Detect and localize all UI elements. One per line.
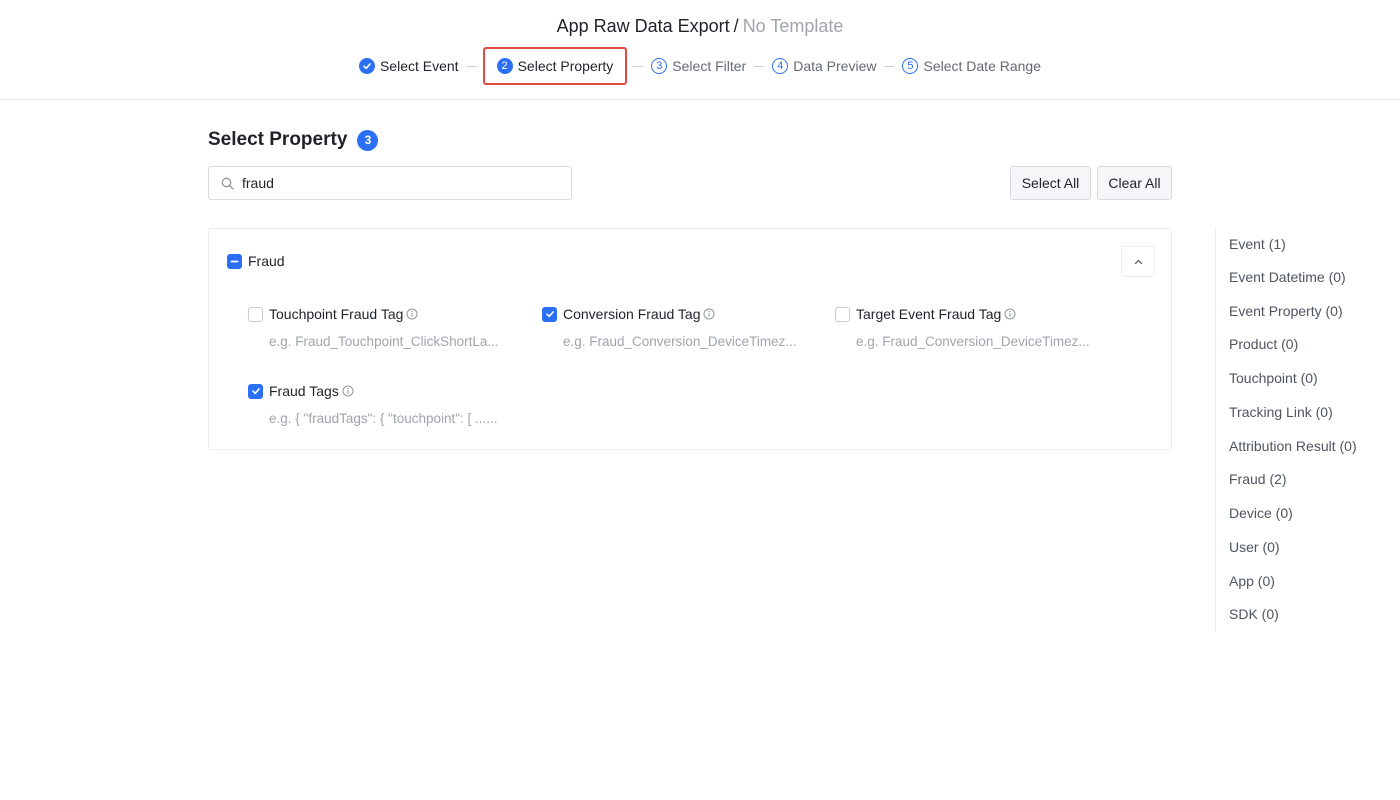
- property-touchpoint-fraud-tag: Touchpoint Fraud Tag e.g. Fraud_Touchpoi…: [248, 306, 528, 349]
- group-label: Fraud: [248, 253, 285, 269]
- category-nav: Event (1) Event Datetime (0) Event Prope…: [1215, 228, 1400, 632]
- property-checkbox-checked[interactable]: [248, 383, 263, 399]
- nav-item-fraud[interactable]: Fraud (2): [1229, 471, 1287, 487]
- property-label: Fraud Tags: [269, 383, 339, 399]
- nav-item-touchpoint[interactable]: Touchpoint (0): [1229, 370, 1318, 386]
- step-label: Data Preview: [793, 58, 877, 74]
- step-label: Select Filter: [672, 58, 747, 74]
- info-icon[interactable]: [406, 308, 418, 320]
- template-name[interactable]: No Template: [743, 16, 844, 36]
- nav-item-sdk[interactable]: SDK (0): [1229, 606, 1279, 622]
- search-box[interactable]: [208, 166, 572, 200]
- nav-item-attribution-result[interactable]: Attribution Result (0): [1229, 438, 1357, 454]
- info-icon[interactable]: [1004, 308, 1016, 320]
- property-example: e.g. { "fraudTags": { "touchpoint": [ ..…: [269, 411, 498, 426]
- step-number: 4: [772, 58, 789, 74]
- step-select-property[interactable]: 2 Select Property: [482, 47, 628, 85]
- nav-item-event[interactable]: Event (1): [1229, 236, 1286, 252]
- section-title: Select Property 3: [208, 129, 379, 151]
- step-number: 5: [902, 58, 919, 74]
- selected-count-badge: 3: [357, 129, 379, 151]
- info-icon[interactable]: [703, 308, 715, 320]
- property-group-fraud: Fraud Touchpoint Fraud Tag e.g. Fraud_To…: [208, 228, 1172, 450]
- property-example: e.g. Fraud_Touchpoint_ClickShortLa...: [269, 334, 499, 349]
- property-checkbox[interactable]: [248, 306, 263, 322]
- step-data-preview[interactable]: 4 Data Preview: [770, 48, 878, 84]
- nav-item-user[interactable]: User (0): [1229, 539, 1280, 555]
- step-select-date-range[interactable]: 5 Select Date Range: [900, 48, 1043, 84]
- step-label: Select Date Range: [923, 58, 1042, 74]
- nav-item-event-datetime[interactable]: Event Datetime (0): [1229, 269, 1346, 285]
- collapse-button[interactable]: [1121, 246, 1155, 277]
- nav-item-tracking-link[interactable]: Tracking Link (0): [1229, 404, 1333, 420]
- property-example: e.g. Fraud_Conversion_DeviceTimez...: [856, 334, 1090, 349]
- property-label: Conversion Fraud Tag: [563, 306, 701, 322]
- group-header[interactable]: Fraud: [227, 253, 285, 269]
- property-conversion-fraud-tag: Conversion Fraud Tag e.g. Fraud_Conversi…: [542, 306, 822, 349]
- select-all-button[interactable]: Select All: [1010, 166, 1091, 200]
- property-label: Target Event Fraud Tag: [856, 306, 1002, 322]
- step-label: Select Property: [517, 58, 614, 74]
- step-label: Select Event: [379, 58, 459, 74]
- nav-item-product[interactable]: Product (0): [1229, 336, 1298, 352]
- title-separator: /: [733, 16, 739, 36]
- search-icon: [221, 177, 234, 190]
- export-title: App Raw Data Export: [556, 16, 730, 36]
- step-connector: [754, 65, 765, 67]
- nav-item-app[interactable]: App (0): [1229, 573, 1275, 589]
- group-checkbox-indeterminate[interactable]: [227, 253, 242, 269]
- nav-item-event-property[interactable]: Event Property (0): [1229, 303, 1343, 319]
- chevron-up-icon: [1134, 259, 1142, 264]
- property-checkbox-checked[interactable]: [542, 306, 557, 322]
- property-fraud-tags: Fraud Tags e.g. { "fraudTags": { "touchp…: [248, 383, 528, 426]
- page-header: App Raw Data Export / No Template Select E…: [0, 0, 1400, 100]
- property-label: Touchpoint Fraud Tag: [269, 306, 404, 322]
- section-title-text: Select Property: [208, 129, 348, 150]
- stepper: Select Event 2 Select Property 3 Select …: [0, 47, 1400, 85]
- search-input[interactable]: [242, 175, 542, 191]
- property-target-event-fraud-tag: Target Event Fraud Tag e.g. Fraud_Conver…: [835, 306, 1115, 349]
- check-circle-icon: [358, 58, 375, 74]
- step-connector: [466, 65, 477, 67]
- nav-item-device[interactable]: Device (0): [1229, 505, 1293, 521]
- step-select-event[interactable]: Select Event: [357, 48, 461, 84]
- step-select-filter[interactable]: 3 Select Filter: [649, 48, 748, 84]
- step-connector: [633, 65, 644, 67]
- step-connector: [884, 65, 895, 67]
- info-icon[interactable]: [342, 385, 354, 397]
- property-example: e.g. Fraud_Conversion_DeviceTimez...: [563, 334, 797, 349]
- clear-all-button[interactable]: Clear All: [1097, 166, 1172, 200]
- step-number: 3: [651, 58, 668, 74]
- page-title: App Raw Data Export / No Template: [0, 15, 1400, 37]
- property-checkbox[interactable]: [835, 306, 850, 322]
- step-number: 2: [496, 58, 513, 74]
